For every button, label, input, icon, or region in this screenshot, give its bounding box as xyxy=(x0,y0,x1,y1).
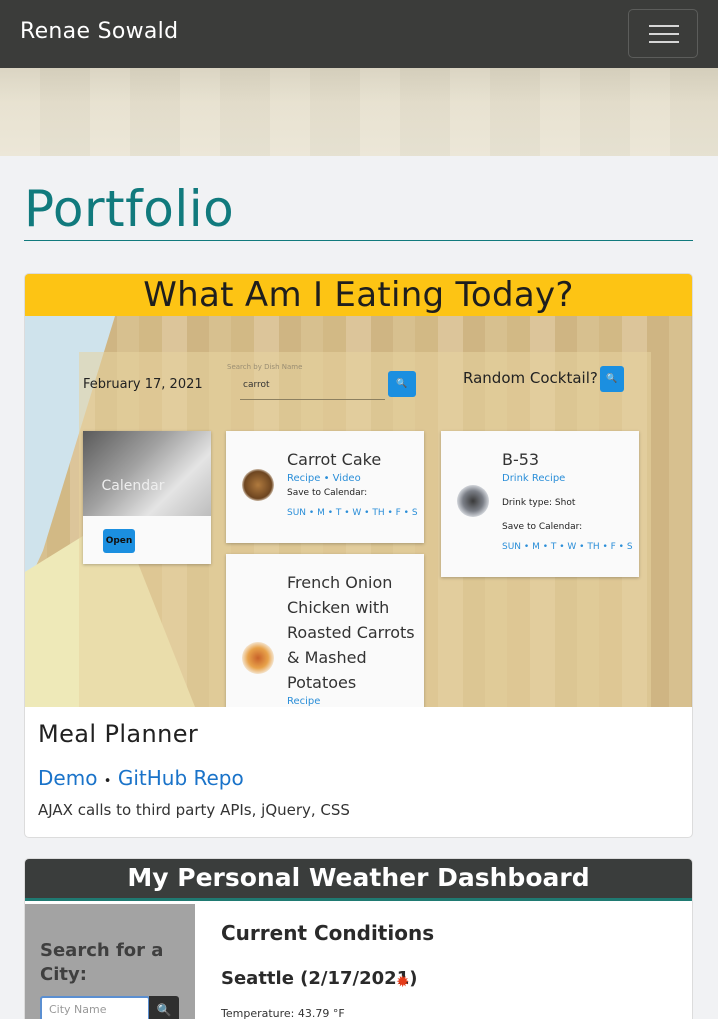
menu-toggle-button[interactable] xyxy=(628,9,698,58)
search-icon: 🔍 xyxy=(600,366,624,392)
hero-banner xyxy=(0,68,718,156)
project-card-weather-dashboard: My Personal Weather Dashboard Search for… xyxy=(24,858,693,1019)
brand-link[interactable]: Renae Sowald xyxy=(20,19,178,44)
dish-name-line: & Mashed xyxy=(287,648,367,667)
dish-thumbnail xyxy=(242,469,274,501)
screenshot-sidebar: Search for a City: City Name 🔍 xyxy=(25,904,195,1019)
dish-name-line: Potatoes xyxy=(287,673,357,692)
screenshot-dish-card: Carrot Cake Recipe • Video Save to Calen… xyxy=(226,431,424,543)
drink-days: SUN • M • T • W • TH • F • S xyxy=(502,542,633,552)
screenshot-conditions-panel: Current Conditions Seattle (2/17/2021) ✹… xyxy=(206,904,692,1019)
dish-name-line: Chicken with xyxy=(287,598,390,617)
project-card-meal-planner: What Am I Eating Today? February 17, 202… xyxy=(24,273,693,838)
calendar-label: Calendar xyxy=(101,478,165,494)
title-divider xyxy=(24,240,693,241)
project-tech-stack: AJAX calls to third party APIs, jQuery, … xyxy=(38,801,350,819)
dish-thumbnail xyxy=(242,642,274,674)
link-separator: • xyxy=(103,774,112,789)
navbar: Renae Sowald xyxy=(0,0,718,68)
dish-save-label: Save to Calendar: xyxy=(287,488,368,498)
calendar-image xyxy=(83,431,211,516)
drink-link: Drink Recipe xyxy=(502,473,566,484)
conditions-city: Seattle (2/17/2021) xyxy=(221,968,418,989)
page-title: Portfolio xyxy=(24,180,235,238)
project-links: Demo • GitHub Repo xyxy=(38,766,244,790)
drink-name: B-53 xyxy=(502,450,540,469)
sun-icon: ✹ xyxy=(396,972,410,991)
screenshot-search-label: Search for a City: xyxy=(40,940,164,985)
github-repo-link[interactable]: GitHub Repo xyxy=(118,766,244,790)
dish-name-line: Roasted Carrots xyxy=(287,623,415,642)
screenshot-drink-card: B-53 Drink Recipe Drink type: Shot Save … xyxy=(441,431,639,577)
dish-links: Recipe • Video xyxy=(287,473,361,484)
drink-save-label: Save to Calendar: xyxy=(502,522,583,532)
screenshot-calendar-card: Calendar Open xyxy=(83,431,211,564)
screenshot-search-value: carrot xyxy=(243,380,270,390)
project-screenshot: What Am I Eating Today? February 17, 202… xyxy=(25,274,692,707)
screenshot-dish-card: French Onion Chicken with Roasted Carrot… xyxy=(226,554,424,707)
dish-days: SUN • M • T • W • TH • F • S xyxy=(287,508,418,518)
demo-link[interactable]: Demo xyxy=(38,766,97,790)
project-title: Meal Planner xyxy=(38,720,199,748)
dish-name-line: French Onion xyxy=(287,573,393,592)
conditions-title: Current Conditions xyxy=(221,921,435,945)
screenshot-cocktail-label: Random Cocktail? xyxy=(463,369,598,387)
screenshot-city-input: City Name xyxy=(40,996,150,1019)
screenshot-open-button: Open xyxy=(103,529,135,553)
drink-type: Drink type: Shot xyxy=(502,498,576,508)
screenshot-title: What Am I Eating Today? xyxy=(143,275,574,315)
dish-link: Recipe xyxy=(287,696,321,707)
conditions-temperature: Temperature: 43.79 °F xyxy=(221,1007,345,1019)
dish-name: Carrot Cake xyxy=(287,450,382,469)
screenshot-date: February 17, 2021 xyxy=(83,377,203,392)
search-icon: 🔍 xyxy=(149,996,179,1019)
drink-thumbnail xyxy=(457,485,489,517)
search-icon: 🔍 xyxy=(388,371,416,397)
screenshot-search-placeholder: Search by Dish Name xyxy=(227,363,303,371)
screenshot-title: My Personal Weather Dashboard xyxy=(127,863,590,892)
